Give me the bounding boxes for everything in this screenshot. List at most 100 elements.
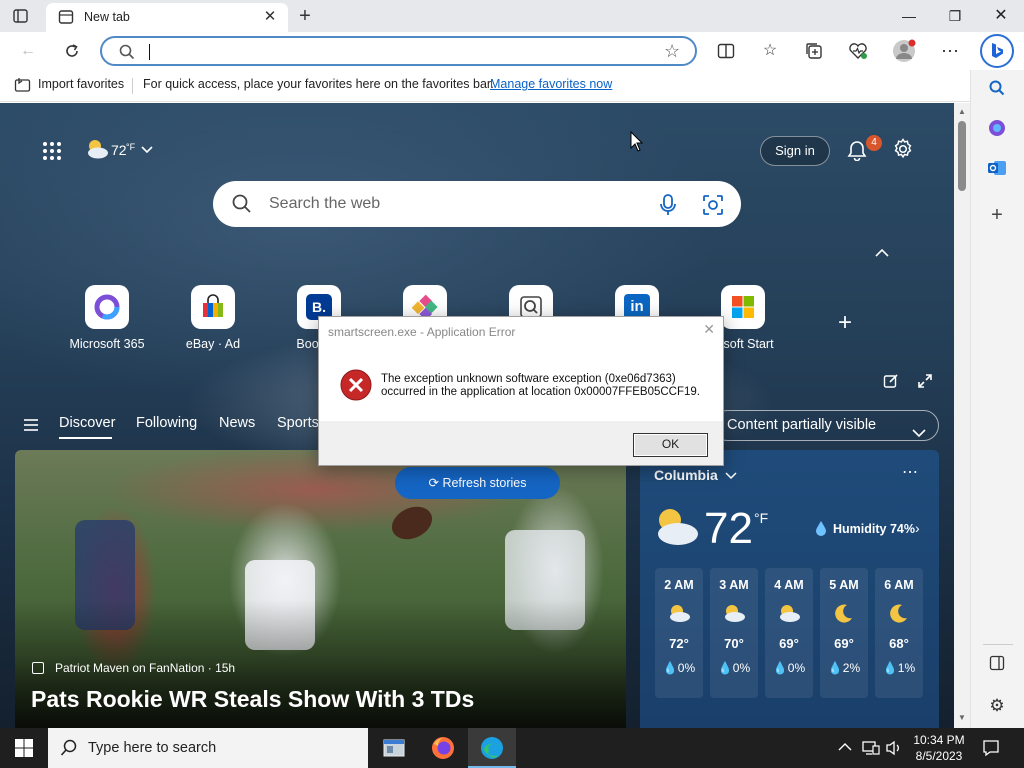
- firefox-icon[interactable]: [419, 728, 467, 768]
- hourly-forecast-item[interactable]: 4 AM 69° 💧0%: [765, 568, 813, 698]
- split-screen-icon[interactable]: [710, 36, 742, 66]
- address-bar[interactable]: ☆: [100, 36, 697, 66]
- tab-title: New tab: [84, 10, 130, 24]
- favorites-icon[interactable]: ☆: [754, 36, 786, 66]
- notification-count-badge: 4: [866, 135, 882, 151]
- taskbar-search-box[interactable]: Type here to search: [48, 728, 368, 768]
- hide-sidebar-icon[interactable]: [983, 652, 1011, 680]
- source-logo-icon: [32, 662, 44, 674]
- close-window-button[interactable]: ✕: [978, 0, 1024, 32]
- sidebar-outlook-icon[interactable]: [983, 158, 1011, 186]
- refresh-stories-button[interactable]: ⟳ Refresh stories: [395, 467, 560, 499]
- hamburger-menu-icon[interactable]: [24, 419, 38, 434]
- hourly-forecast-item[interactable]: 3 AM 70° 💧0%: [710, 568, 758, 698]
- weather-chip[interactable]: 72 °F: [84, 137, 158, 163]
- ok-button[interactable]: OK: [633, 433, 708, 457]
- hourly-forecast-item[interactable]: 6 AM 68° 💧1%: [875, 568, 923, 698]
- tab-sports[interactable]: Sports: [277, 415, 319, 431]
- raindrop-icon: 💧: [882, 661, 898, 675]
- settings-more-icon[interactable]: ⋯: [934, 36, 966, 66]
- favorites-bar: Import favorites For quick access, place…: [0, 70, 970, 102]
- humidity-drop-icon: [815, 520, 827, 539]
- football-image-detail: [386, 500, 438, 546]
- import-favorites-button[interactable]: Import favorites: [38, 77, 124, 91]
- chevron-down-icon: [912, 420, 926, 449]
- weather-chip-unit: °F: [126, 142, 136, 152]
- hour-precip: 0%: [677, 661, 696, 675]
- customize-layout-icon[interactable]: [883, 373, 899, 392]
- app-launcher-icon[interactable]: [42, 141, 62, 164]
- scrollbar-thumb[interactable]: [958, 121, 966, 191]
- hourly-forecast-item[interactable]: 2 AM 72° 💧0%: [655, 568, 703, 698]
- start-button[interactable]: [0, 728, 48, 768]
- tab-following[interactable]: Following: [136, 415, 197, 431]
- moon-icon: [820, 602, 868, 626]
- favorite-star-icon[interactable]: ☆: [664, 41, 680, 62]
- refresh-label: Refresh stories: [442, 476, 527, 490]
- refresh-icon[interactable]: [56, 36, 88, 66]
- expand-icon[interactable]: [917, 373, 933, 392]
- collections-icon[interactable]: [798, 36, 830, 66]
- hero-headline[interactable]: Pats Rookie WR Steals Show With 3 TDs: [31, 686, 474, 713]
- minimize-button[interactable]: —: [886, 0, 932, 32]
- weather-location[interactable]: Columbia: [654, 467, 718, 483]
- page-settings-gear-icon[interactable]: [891, 137, 915, 164]
- tab-discover[interactable]: Discover: [59, 415, 115, 431]
- page-scrollbar[interactable]: ▲ ▼: [954, 103, 970, 728]
- dialog-close-icon[interactable]: ✕: [703, 321, 715, 338]
- show-hidden-icons-chevron[interactable]: [838, 740, 852, 755]
- sidebar-add-icon[interactable]: +: [983, 201, 1011, 229]
- search-icon: [231, 193, 253, 218]
- volume-icon[interactable]: [885, 740, 903, 759]
- back-arrow-icon[interactable]: ←: [12, 36, 44, 66]
- hour-temp: 69°: [779, 636, 799, 651]
- hour-precip: 0%: [787, 661, 806, 675]
- mouse-pointer-icon: [630, 130, 644, 156]
- hour-precip: 2%: [842, 661, 861, 675]
- partly-cloudy-night-icon: [652, 504, 700, 551]
- sidebar-settings-icon[interactable]: ⚙: [983, 692, 1011, 720]
- system-clock[interactable]: 10:34 PM 8/5/2023: [905, 732, 973, 764]
- bing-copilot-icon[interactable]: [980, 34, 1014, 68]
- sidebar-m365-icon[interactable]: [983, 118, 1011, 146]
- content-visibility-select[interactable]: Content partially visible: [712, 410, 939, 441]
- weather-more-icon[interactable]: ⋯: [902, 462, 918, 482]
- sidebar-search-icon[interactable]: [983, 78, 1011, 106]
- restore-button[interactable]: ❐: [932, 0, 978, 32]
- new-tab-button[interactable]: +: [293, 4, 317, 28]
- edge-icon[interactable]: [468, 728, 516, 768]
- tab-actions-menu-icon[interactable]: [12, 8, 30, 24]
- collapse-chevron-up-icon[interactable]: [874, 247, 890, 262]
- microphone-icon[interactable]: [659, 193, 677, 220]
- quick-link-microsoft-365[interactable]: Microsoft 365: [54, 285, 160, 351]
- hour-time: 3 AM: [719, 578, 749, 592]
- chevron-right-icon: ›: [915, 520, 920, 536]
- weather-card[interactable]: Columbia ⋯ 72 °F Humidity 74% › 2 AM 72°…: [640, 450, 939, 728]
- close-tab-icon[interactable]: ✕: [260, 7, 280, 27]
- scroll-up-arrow-icon[interactable]: ▲: [958, 107, 966, 116]
- partly-cloudy-night-icon: [765, 602, 813, 626]
- notification-center-icon[interactable]: [982, 739, 1000, 760]
- weather-humidity[interactable]: Humidity 74%: [833, 522, 915, 536]
- web-search-box[interactable]: Search the web: [213, 181, 741, 227]
- clock-time: 10:34 PM: [913, 733, 965, 747]
- taskbar-app-window[interactable]: [370, 728, 418, 768]
- tab-news[interactable]: News: [219, 415, 255, 431]
- notifications-bell-icon[interactable]: [846, 139, 868, 164]
- visual-search-icon[interactable]: [702, 194, 724, 219]
- hour-precip: 0%: [732, 661, 751, 675]
- manage-favorites-link[interactable]: Manage favorites now: [490, 77, 612, 91]
- network-icon[interactable]: [862, 740, 880, 759]
- hour-time: 5 AM: [829, 578, 859, 592]
- quick-link-ebay[interactable]: eBay · Ad: [160, 285, 266, 351]
- windows-taskbar: Type here to search 10:34 PM 8/5/2023: [0, 728, 1024, 768]
- browser-essentials-icon[interactable]: [842, 36, 874, 66]
- add-quick-link-icon[interactable]: +: [838, 309, 852, 337]
- partly-cloudy-night-icon: [710, 602, 758, 626]
- sign-in-button[interactable]: Sign in: [760, 136, 830, 166]
- hour-temp: 70°: [724, 636, 744, 651]
- browser-tab[interactable]: New tab ✕: [46, 3, 288, 32]
- hourly-forecast-item[interactable]: 5 AM 69° 💧2%: [820, 568, 868, 698]
- profile-avatar[interactable]: [888, 36, 920, 66]
- scroll-down-arrow-icon[interactable]: ▼: [958, 713, 966, 722]
